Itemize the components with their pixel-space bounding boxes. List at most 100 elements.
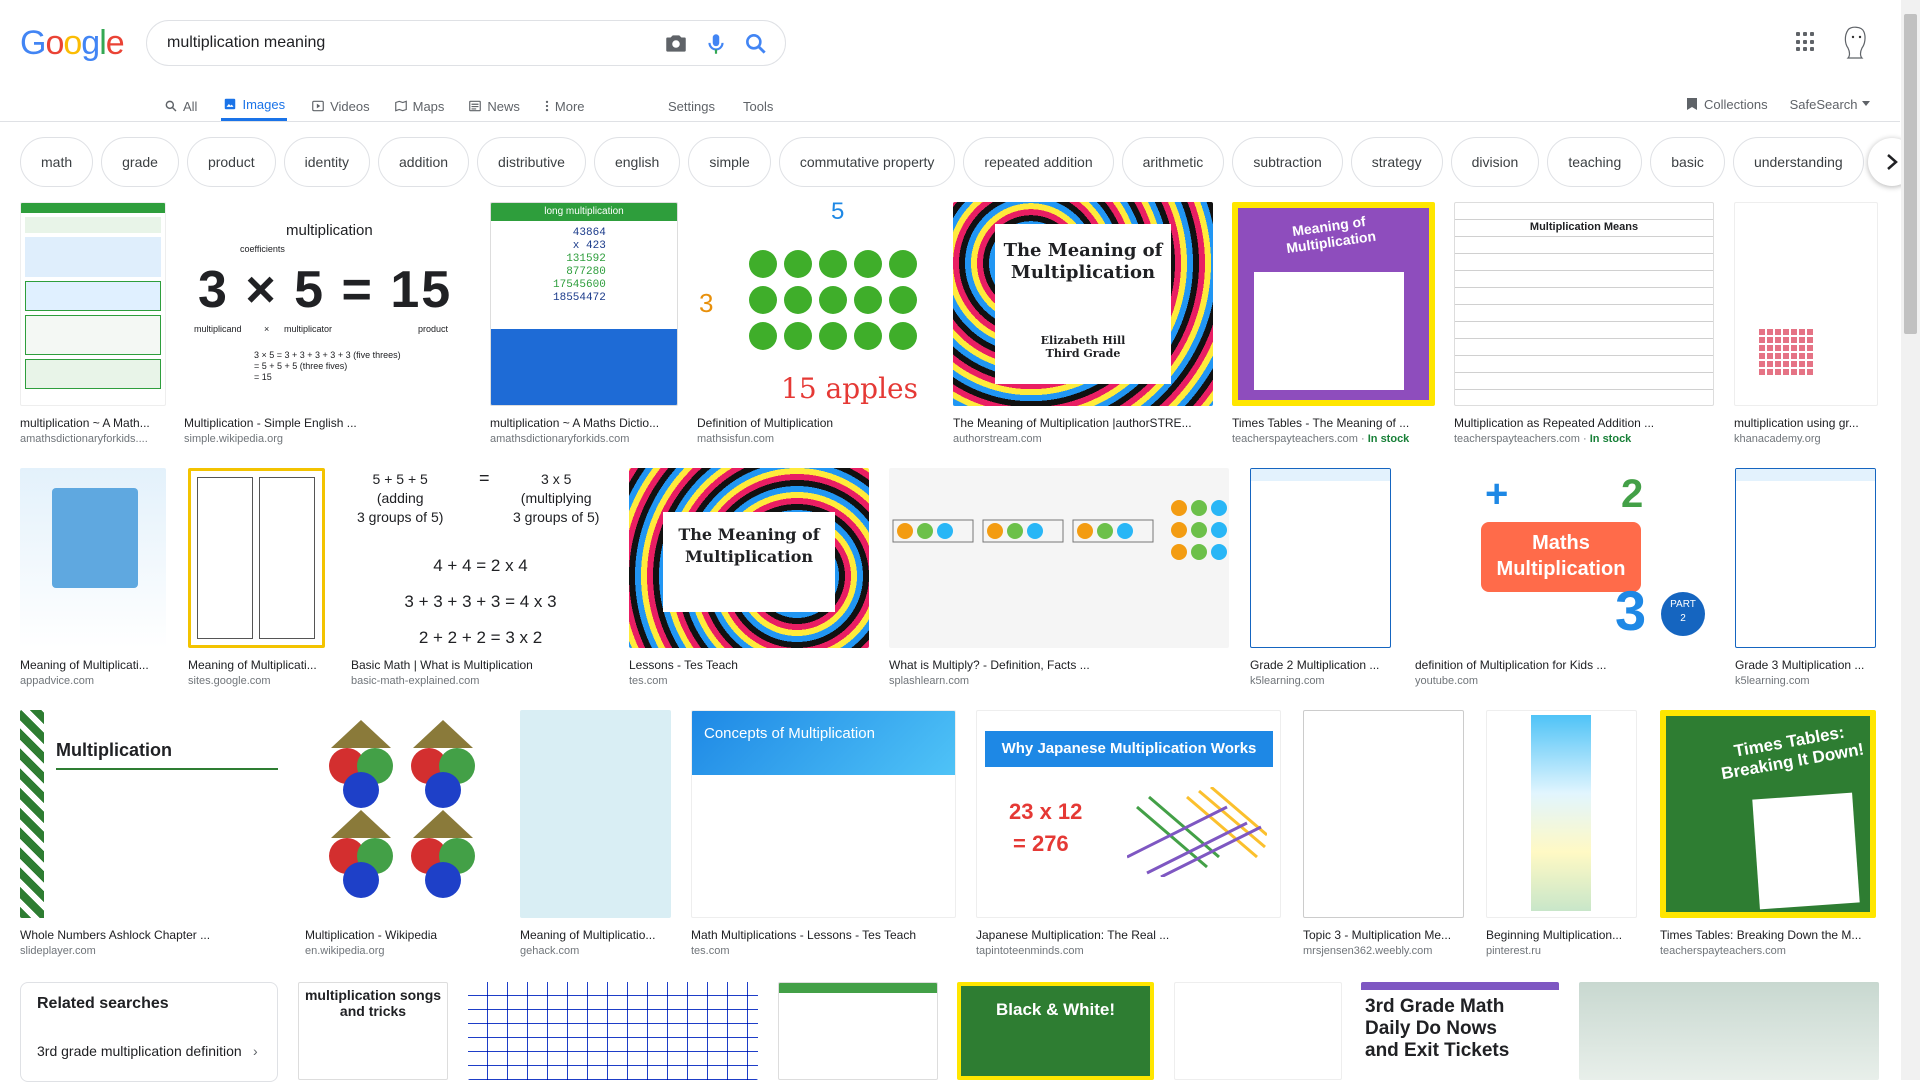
tab-maps-label: Maps (412, 98, 445, 114)
result-title: multiplication ~ A Math... (20, 416, 150, 430)
chip-simple[interactable]: simple (688, 137, 771, 187)
scrollbar-thumb[interactable] (1904, 14, 1917, 334)
search-icon (165, 100, 177, 112)
image-result[interactable]: Grade 3 Multiplication ... k5learning.co… (1735, 468, 1876, 689)
settings-link[interactable]: Settings (668, 99, 715, 114)
tab-news[interactable]: News (468, 90, 520, 122)
chip-arithmetic[interactable]: arithmetic (1121, 137, 1225, 187)
image-text: coefficients (240, 244, 285, 254)
image-result[interactable]: 5 3 15 apples Definition of Multiplicati… (697, 202, 933, 447)
image-result[interactable]: Topic 3 - Multiplication Me... mrsjensen… (1303, 710, 1464, 959)
image-result[interactable] (468, 982, 758, 1080)
chip-subtraction[interactable]: subtraction (1232, 137, 1343, 187)
google-logo[interactable]: Google (20, 24, 125, 63)
chip-basic[interactable]: basic (1650, 137, 1725, 187)
image-result[interactable]: Black & White! (957, 982, 1154, 1080)
image-result[interactable]: Maths Multiplication + 2 3 PART 2 defini… (1415, 468, 1713, 689)
result-source: pinterest.ru (1486, 945, 1542, 957)
image-result[interactable]: 5 + 5 + 5 (adding 3 groups of 5) = 3 x 5… (351, 468, 610, 689)
result-source: amathsdictionaryforkids.com (490, 433, 630, 445)
image-result[interactable]: Multiplication Whole Numbers Ashlock Cha… (20, 710, 285, 959)
tab-images-label: Images (242, 96, 286, 112)
image-result[interactable]: multiplication coefficients 3 × 5 = 15 m… (184, 202, 470, 447)
chip-understanding[interactable]: understanding (1732, 137, 1864, 187)
result-thumbnail (1303, 710, 1464, 918)
image-text: 4 + 4 = 2 x 4 (433, 556, 528, 575)
result-title: Times Tables: Breaking Down the M... (1660, 928, 1862, 942)
image-result[interactable]: multiplication ~ A Math... amathsdiction… (20, 202, 166, 447)
image-text: Multiplication (56, 740, 172, 760)
chip-teaching[interactable]: teaching (1547, 137, 1643, 187)
search-tabs: All Images Videos Maps News More (164, 90, 585, 122)
safesearch-button[interactable]: SafeSearch (1790, 97, 1870, 112)
dot-array (1759, 329, 1815, 377)
image-result[interactable]: Why Japanese Multiplication Works 23 x 1… (976, 710, 1281, 959)
image-text: 43864 (572, 227, 606, 239)
chip-addition[interactable]: addition (378, 137, 470, 187)
image-result[interactable]: Meaning of Multiplicatio... gehack.com (520, 710, 671, 959)
avatar[interactable] (1840, 24, 1872, 60)
image-result[interactable]: What is Multiply? - Definition, Facts ..… (889, 468, 1229, 689)
chip-strategy[interactable]: strategy (1350, 137, 1443, 187)
tools-link[interactable]: Tools (743, 99, 773, 114)
collections-button[interactable]: Collections (1686, 97, 1768, 112)
result-source: authorstream.com (953, 433, 1042, 445)
result-thumbnail (1735, 468, 1876, 648)
tab-videos[interactable]: Videos (311, 90, 370, 122)
image-result[interactable]: Multiplication Means Multiplication as R… (1454, 202, 1714, 447)
chip-repeated-addition[interactable]: repeated addition (963, 137, 1114, 187)
image-result[interactable]: Multiplication - Wikipedia en.wikipedia.… (305, 710, 499, 959)
safesearch-label: SafeSearch (1789, 96, 1858, 112)
chip-distributive[interactable]: distributive (477, 137, 586, 187)
image-text: = (479, 468, 490, 488)
tab-images[interactable]: Images (221, 90, 288, 121)
chip-grade[interactable]: grade (101, 137, 179, 187)
image-result[interactable]: Concepts of Multiplication Math Multipli… (691, 710, 956, 959)
image-result[interactable] (1174, 982, 1342, 1080)
microphone-icon[interactable] (703, 31, 729, 57)
result-thumbnail: Multiplication (20, 710, 285, 918)
image-result[interactable]: The Meaning of Multiplication Lessons - … (629, 468, 869, 689)
image-result[interactable]: Meaning of Multiplication Times Tables -… (1232, 202, 1435, 447)
image-result[interactable]: 3rd Grade Math Daily Do Nows and Exit Ti… (1361, 982, 1559, 1080)
google-apps-icon[interactable] (1796, 32, 1816, 52)
search-icon[interactable] (743, 31, 769, 57)
image-result[interactable]: The Meaning of Multiplication Elizabeth … (953, 202, 1213, 447)
image-result[interactable] (1579, 982, 1879, 1080)
result-source: youtube.com (1415, 675, 1478, 687)
chip-product[interactable]: product (186, 137, 276, 187)
scrollbar[interactable] (1901, 0, 1920, 1080)
image-result[interactable] (778, 982, 938, 1080)
tab-more[interactable]: More (544, 90, 585, 122)
result-title: What is Multiply? - Definition, Facts ..… (889, 658, 1090, 672)
search-input[interactable] (167, 31, 627, 55)
chip-identity[interactable]: identity (283, 137, 370, 187)
image-result[interactable]: long multiplication 43864 x 423 131592 8… (490, 202, 678, 447)
image-result[interactable]: Beginning Multiplication... pinterest.ru (1486, 710, 1637, 959)
chip-english[interactable]: english (593, 137, 681, 187)
chip-division[interactable]: division (1450, 137, 1540, 187)
tab-maps[interactable]: Maps (394, 90, 445, 122)
image-result[interactable]: multiplication using gr... khanacademy.o… (1734, 202, 1878, 447)
news-icon (469, 100, 482, 112)
image-text: 877280 (566, 266, 606, 278)
image-result[interactable]: multiplication songs and tricks (298, 982, 448, 1080)
chip-math[interactable]: math (20, 137, 94, 187)
search-box[interactable] (146, 20, 786, 66)
result-source: mrsjensen362.weebly.com (1303, 945, 1433, 957)
japanese-lines-illustration (1127, 787, 1267, 877)
image-text: PART 2 (1661, 592, 1705, 636)
chip-commutative-property[interactable]: commutative property (778, 137, 956, 187)
camera-icon[interactable] (663, 31, 689, 57)
tab-all[interactable]: All (164, 90, 197, 122)
image-text: 3 × 5 = 3 + 3 + 3 + 3 + 3 (five threes) … (254, 350, 401, 382)
image-text: multiplicator (284, 324, 333, 334)
image-result[interactable]: Meaning of Multiplicati... sites.google.… (188, 468, 325, 689)
image-result[interactable]: Meaning of Multiplicati... appadvice.com (20, 468, 166, 689)
related-search-item[interactable]: 3rd grade multiplication definition (37, 1043, 242, 1059)
result-title: Basic Math | What is Multiplication (351, 658, 533, 672)
image-result[interactable]: Times Tables: Breaking It Down! Times Ta… (1660, 710, 1876, 959)
result-title: Japanese Multiplication: The Real ... (976, 928, 1170, 942)
image-result[interactable]: Grade 2 Multiplication ... k5learning.co… (1250, 468, 1391, 689)
image-text: multiplication (286, 222, 373, 239)
